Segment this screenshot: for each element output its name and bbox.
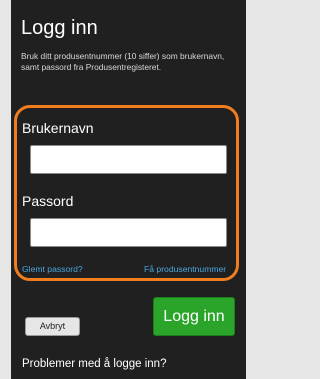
get-producer-number-link[interactable]: Få produsentnummer [144, 264, 226, 274]
login-screen: Logg inn Bruk ditt produsentnummer (10 s… [11, 0, 246, 379]
password-field[interactable] [30, 218, 227, 247]
username-label: Brukernavn [22, 120, 94, 136]
cancel-button[interactable]: Avbryt [25, 317, 80, 336]
forgot-password-link[interactable]: Glemt passord? [22, 264, 83, 274]
username-field[interactable] [30, 145, 227, 174]
password-label: Passord [22, 193, 74, 209]
login-problems-link[interactable]: Problemer med å logge inn? [22, 357, 166, 371]
login-instructions: Bruk ditt produsentnummer (10 siffer) so… [21, 51, 225, 72]
login-button[interactable]: Logg inn [153, 297, 235, 336]
page-title: Logg inn [21, 17, 98, 39]
